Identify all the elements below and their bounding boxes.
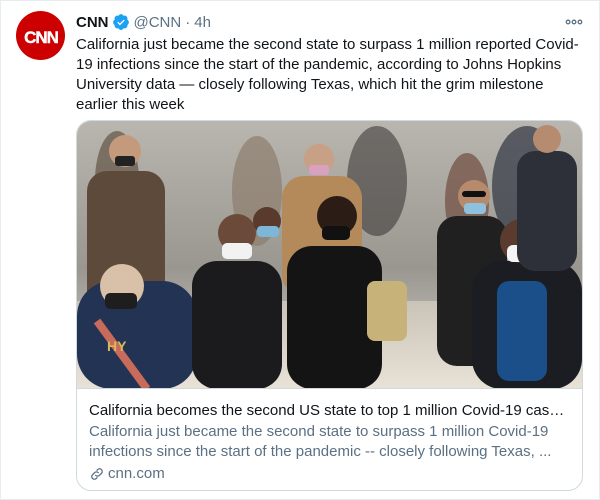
- crowd-photo: HY: [77, 121, 582, 388]
- avatar[interactable]: CNN: [16, 11, 65, 60]
- svg-text:HY: HY: [107, 338, 127, 354]
- card-domain-text: cnn.com: [108, 465, 165, 482]
- tweet-header: CNN @CNN · 4h: [76, 11, 211, 33]
- link-card[interactable]: HY California becomes the second US stat…: [76, 120, 583, 491]
- timestamp[interactable]: 4h: [194, 14, 211, 31]
- more-options-icon[interactable]: [563, 11, 585, 33]
- card-description: California just became the second state …: [89, 423, 552, 460]
- card-title[interactable]: California becomes the second US state t…: [89, 401, 572, 420]
- verified-badge-icon: [112, 13, 130, 31]
- tweet-text: California just became the second state …: [76, 36, 579, 113]
- header-separator: ·: [185, 13, 191, 31]
- tweet[interactable]: CNN CNN @CNN · 4h California just became…: [0, 0, 600, 500]
- cnn-logo-icon: CNN: [23, 27, 59, 47]
- card-domain[interactable]: cnn.com: [89, 464, 572, 484]
- card-body: California becomes the second US state t…: [77, 390, 582, 484]
- card-image[interactable]: HY: [77, 121, 582, 389]
- link-icon: [89, 466, 105, 482]
- avatar-text: CNN: [24, 28, 59, 47]
- author-handle[interactable]: @CNN: [134, 14, 182, 31]
- author-name[interactable]: CNN: [76, 14, 109, 31]
